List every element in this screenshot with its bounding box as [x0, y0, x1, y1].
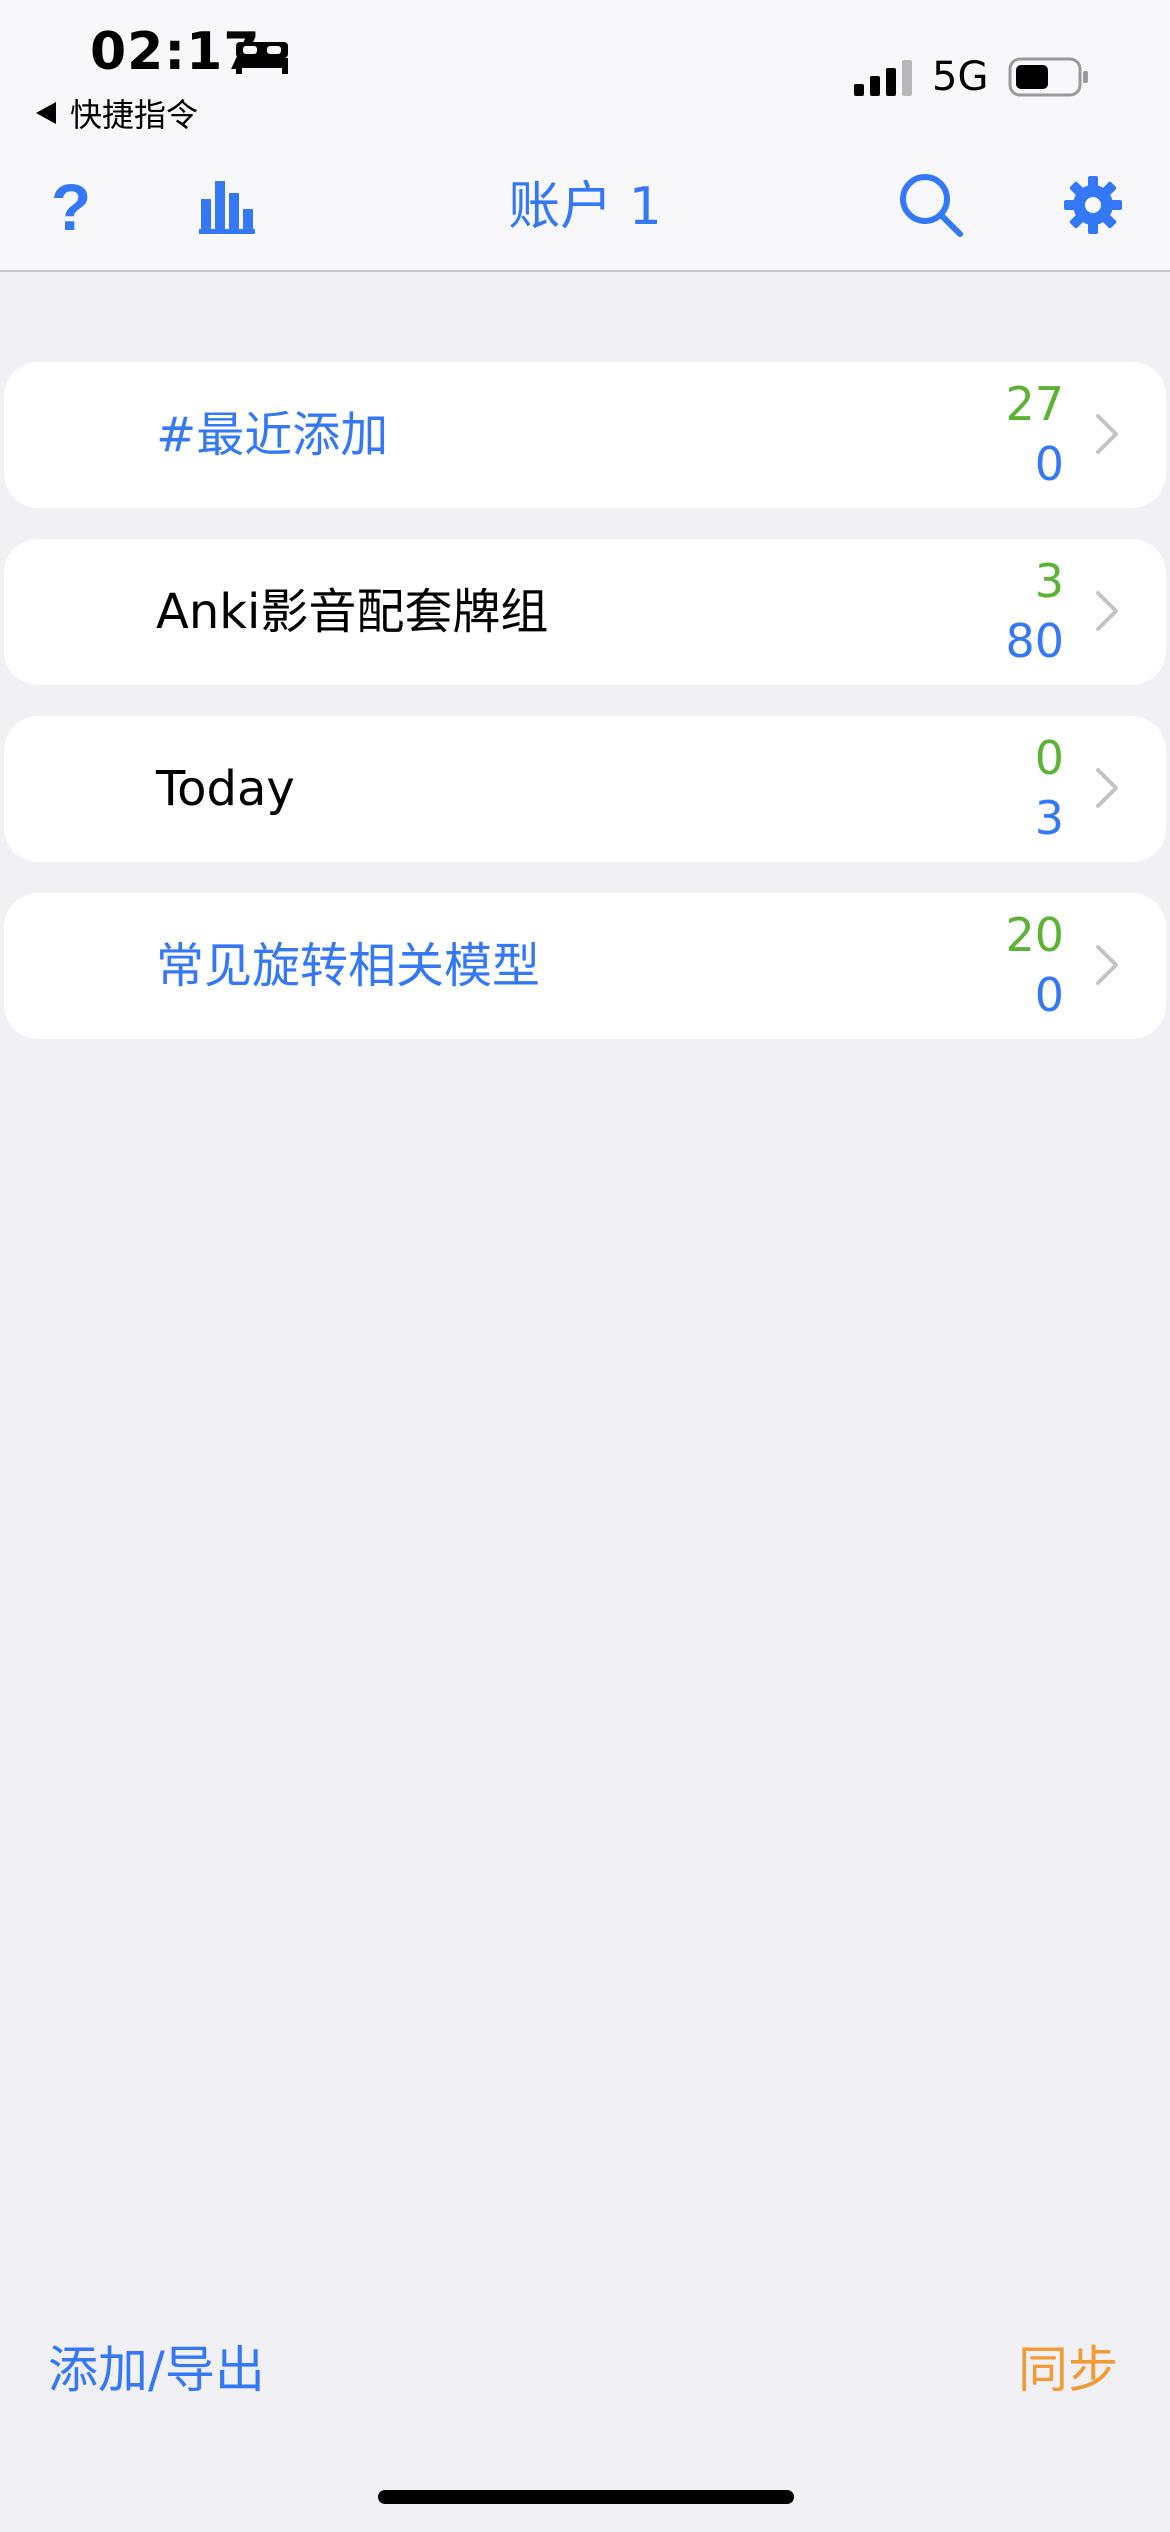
- deck-name: Today: [156, 761, 295, 817]
- home-indicator[interactable]: [378, 2490, 794, 2504]
- due-card-count: 80: [1005, 614, 1064, 668]
- deck-list: #最近添加 27 0 Anki影音配套牌组 3 80 Today 0 3 常见旋…: [4, 362, 1166, 1070]
- search-icon: [900, 174, 963, 237]
- new-card-count: 20: [1005, 908, 1064, 962]
- deck-row-recently-added[interactable]: #最近添加 27 0: [4, 362, 1166, 508]
- deck-name: 常见旋转相关模型: [156, 938, 541, 994]
- deck-name: #最近添加: [156, 407, 389, 463]
- chevron-right-icon: [1096, 591, 1118, 631]
- due-card-count: 0: [1034, 437, 1064, 491]
- due-card-count: 0: [1034, 968, 1064, 1022]
- new-card-count: 3: [1034, 554, 1064, 608]
- deck-row-today[interactable]: Today 0 3: [4, 716, 1166, 862]
- top-bar: 02:17 快捷指令 5G ? 账户 1: [0, 0, 1170, 272]
- back-link-label: 快捷指令: [70, 96, 199, 134]
- battery-icon: [1008, 57, 1088, 97]
- bed-icon: [236, 42, 288, 74]
- deck-name: Anki影音配套牌组: [156, 584, 549, 640]
- due-card-count: 3: [1034, 791, 1064, 845]
- new-card-count: 27: [1005, 377, 1064, 431]
- new-card-count: 0: [1034, 731, 1064, 785]
- back-arrow-icon: [36, 102, 56, 124]
- screen: 02:17 快捷指令 5G ? 账户 1 #最近添加 27 0 Anki影音配套…: [0, 0, 1170, 2532]
- search-button[interactable]: [896, 170, 966, 240]
- network-type: 5G: [932, 54, 989, 100]
- deck-row-rotation-models[interactable]: 常见旋转相关模型 20 0: [4, 893, 1166, 1039]
- add-export-button[interactable]: 添加/导出: [48, 2330, 265, 2402]
- settings-button[interactable]: [1058, 170, 1128, 240]
- sync-button[interactable]: 同步: [1018, 2330, 1118, 2402]
- chevron-right-icon: [1096, 768, 1118, 808]
- gear-icon: [1064, 176, 1122, 234]
- page-title: 账户 1: [508, 177, 662, 237]
- cellular-signal-icon: [854, 60, 912, 96]
- back-to-shortcuts-link[interactable]: 快捷指令: [36, 90, 198, 136]
- chevron-right-icon: [1096, 414, 1118, 454]
- chevron-right-icon: [1096, 945, 1118, 985]
- deck-row-anki-media[interactable]: Anki影音配套牌组 3 80: [4, 539, 1166, 685]
